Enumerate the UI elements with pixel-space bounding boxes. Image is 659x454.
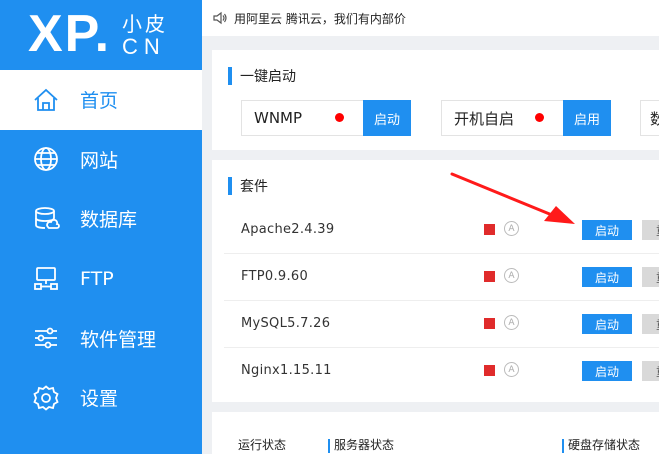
boot-box: 开机自启 启用 xyxy=(441,100,611,136)
sidebar-nav: 首页 网站 数据库 FTP 软件管理 设置 xyxy=(0,70,202,428)
boot-status-dot xyxy=(535,113,544,122)
mysql-start-button[interactable]: 启动 xyxy=(582,314,632,334)
logo: XP. 小皮 CN xyxy=(0,0,202,68)
logo-xp: XP. xyxy=(28,5,112,63)
suite-name: FTP0.9.60 xyxy=(241,269,309,284)
tab-accent-bar xyxy=(328,438,330,453)
wnmp-label: WNMP xyxy=(254,109,303,127)
apache-restart-button[interactable]: 重 xyxy=(642,220,659,240)
logo-name: 小皮 xyxy=(122,12,168,36)
auto-start-icon[interactable]: A xyxy=(504,268,519,283)
sidebar-item-label: 网站 xyxy=(80,149,119,172)
ftp-start-button[interactable]: 启动 xyxy=(582,267,632,287)
speaker-icon xyxy=(213,11,227,25)
sidebar-item-home[interactable]: 首页 xyxy=(0,70,202,130)
sidebar-item-software[interactable]: 软件管理 xyxy=(0,308,202,368)
suite-name: Apache2.4.39 xyxy=(241,222,335,237)
auto-start-icon[interactable]: A xyxy=(504,221,519,236)
wnmp-status-dot xyxy=(335,113,344,122)
suite-name: Nginx1.15.11 xyxy=(241,363,332,378)
third-label: 数 xyxy=(641,108,659,129)
tab-accent-bar xyxy=(562,438,564,453)
apache-start-button[interactable]: 启动 xyxy=(582,220,632,240)
ftp-icon xyxy=(32,265,60,293)
auto-start-icon[interactable]: A xyxy=(504,362,519,377)
tab-disk-status-text: 硬盘存储状态 xyxy=(568,438,641,452)
title-accent-bar xyxy=(228,177,232,195)
suite-title-text: 套件 xyxy=(240,179,268,195)
sidebar-item-settings[interactable]: 设置 xyxy=(0,368,202,428)
gear-icon xyxy=(32,384,60,412)
boot-enable-button[interactable]: 启用 xyxy=(563,100,611,136)
auto-start-icon[interactable]: A xyxy=(504,315,519,330)
tab-disk-status[interactable]: 硬盘存储状态 xyxy=(562,436,640,453)
sidebar-item-ftp[interactable]: FTP xyxy=(0,249,202,309)
nginx-start-button[interactable]: 启动 xyxy=(582,361,632,381)
home-icon xyxy=(32,86,60,114)
notice-text[interactable]: 用阿里云 腾讯云，我们有内部价 xyxy=(234,10,406,27)
suite-row-ftp: FTP0.9.60 A 启动 重 xyxy=(212,254,659,300)
suite-row-mysql: MySQL5.7.26 A 启动 重 xyxy=(212,301,659,347)
sidebar-item-database[interactable]: 数据库 xyxy=(0,189,202,249)
sidebar-item-label: 数据库 xyxy=(80,209,138,232)
suite-row-apache: Apache2.4.39 A 启动 重 xyxy=(212,207,659,253)
sidebar: XP. 小皮 CN 首页 网站 数据库 FTP 软件管理 设置 xyxy=(0,0,202,454)
quick-start-title: 一键启动 xyxy=(228,66,296,86)
tab-server-status[interactable]: 服务器状态 xyxy=(328,436,394,453)
status-tabs: 运行状态 服务器状态 硬盘存储状态 xyxy=(212,412,659,454)
suite-title: 套件 xyxy=(228,176,268,196)
boot-label: 开机自启 xyxy=(454,109,515,128)
sidebar-item-label: 设置 xyxy=(80,388,119,411)
sidebar-item-label: FTP xyxy=(80,267,114,290)
sidebar-item-label: 软件管理 xyxy=(80,328,157,351)
wnmp-start-button[interactable]: 启动 xyxy=(363,100,411,136)
suite-name: MySQL5.7.26 xyxy=(241,316,331,331)
logo-cn: CN xyxy=(122,34,166,59)
sidebar-item-website[interactable]: 网站 xyxy=(0,130,202,190)
notice-bar: 用阿里云 腾讯云，我们有内部价 xyxy=(202,0,659,36)
stopped-status-icon xyxy=(484,365,495,376)
tab-server-status-text: 服务器状态 xyxy=(334,438,395,452)
tab-running-status[interactable]: 运行状态 xyxy=(238,436,286,453)
suite-row-nginx: Nginx1.15.11 A 启动 重 xyxy=(212,348,659,394)
ftp-restart-button[interactable]: 重 xyxy=(642,267,659,287)
stopped-status-icon xyxy=(484,318,495,329)
sidebar-item-label: 首页 xyxy=(80,90,119,113)
stopped-status-icon xyxy=(484,224,495,235)
database-icon xyxy=(32,205,60,233)
mysql-restart-button[interactable]: 重 xyxy=(642,314,659,334)
nginx-restart-button[interactable]: 重 xyxy=(642,361,659,381)
third-box: 数 xyxy=(640,100,659,136)
quick-start-title-text: 一键启动 xyxy=(240,69,296,85)
globe-icon xyxy=(32,145,60,173)
title-accent-bar xyxy=(228,67,232,85)
sliders-icon xyxy=(32,324,60,352)
wnmp-box: WNMP 启动 xyxy=(241,100,411,136)
stopped-status-icon xyxy=(484,271,495,282)
